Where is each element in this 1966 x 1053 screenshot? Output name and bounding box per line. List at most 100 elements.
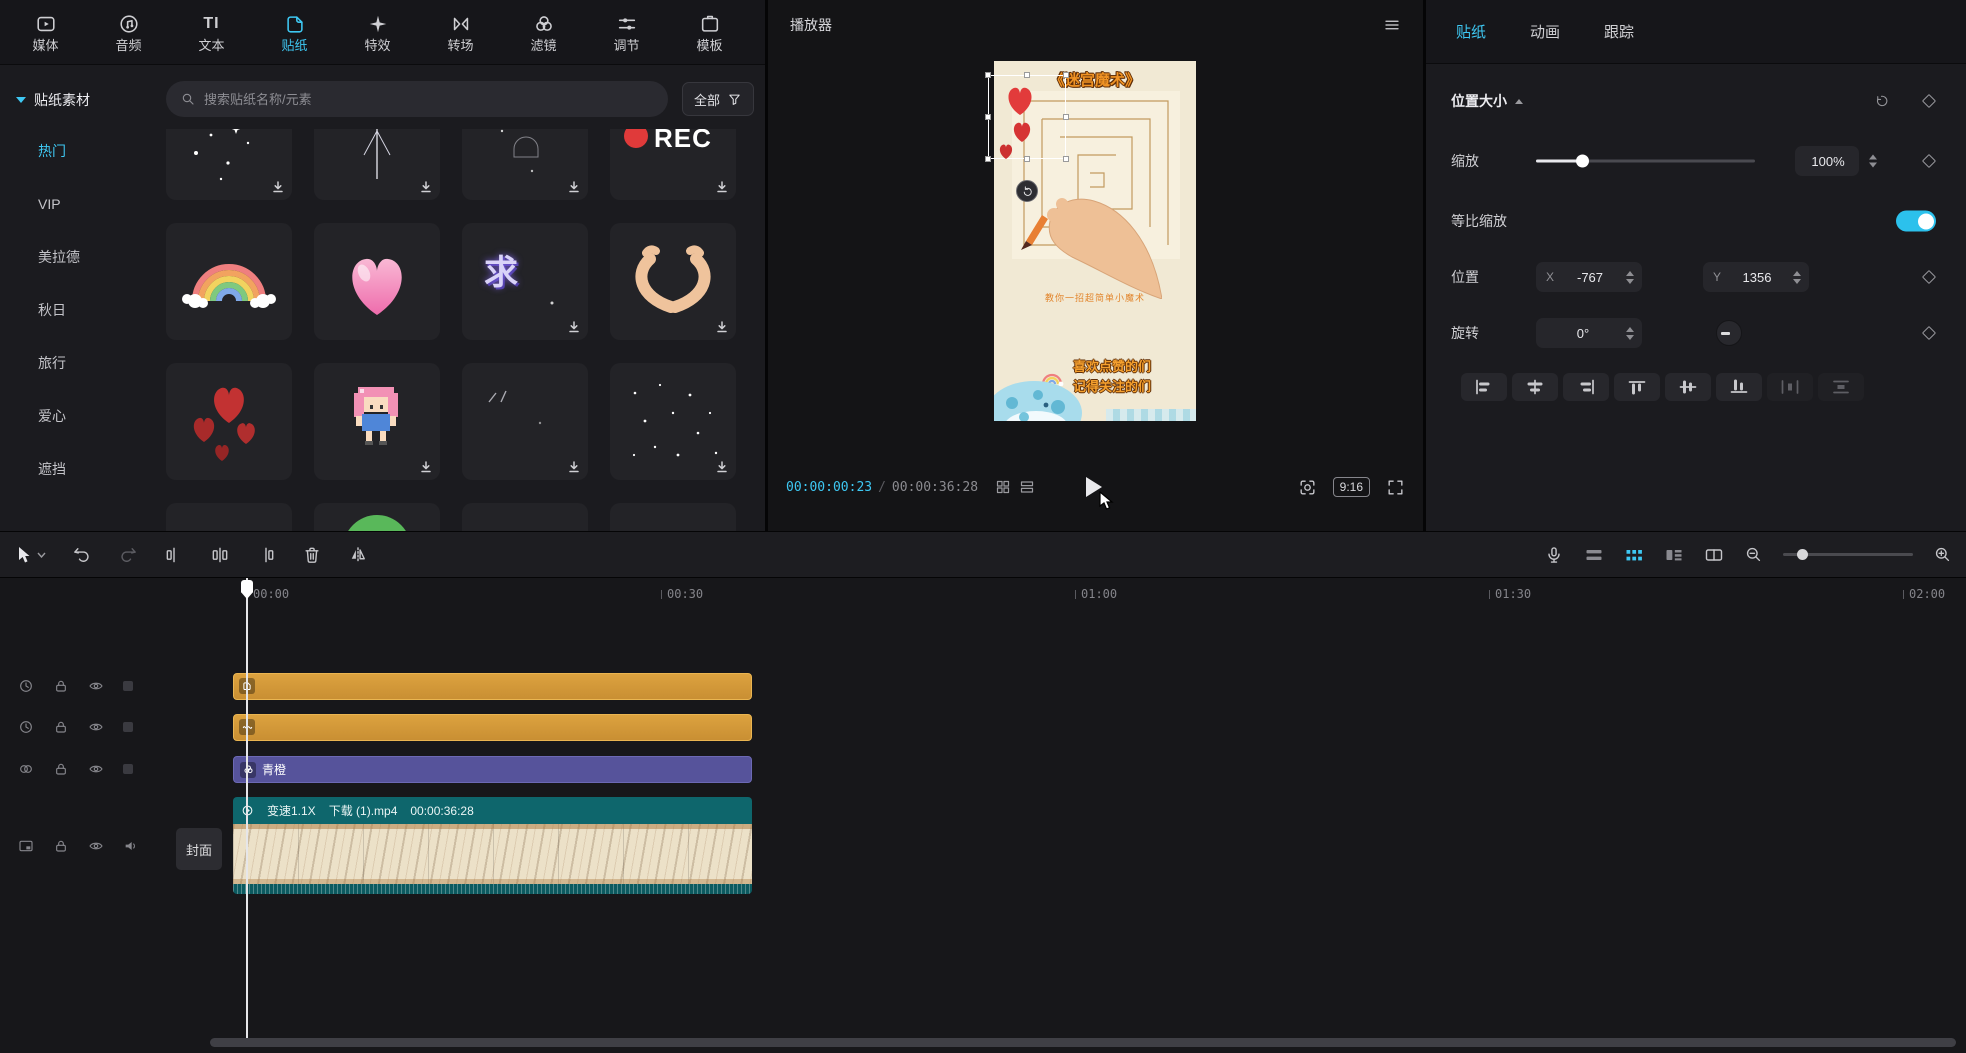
keyframe-diamond-icon[interactable] xyxy=(1922,154,1936,168)
resize-handle-ne[interactable] xyxy=(1063,72,1069,78)
rotation-stepper[interactable] xyxy=(1626,327,1634,340)
split-left-icon[interactable] xyxy=(164,545,184,565)
scale-slider[interactable] xyxy=(1536,160,1755,163)
lock-icon[interactable] xyxy=(53,761,69,777)
topbar-item-audio[interactable]: 音频 xyxy=(87,0,170,64)
sticker-tile-pink-heart[interactable] xyxy=(314,223,440,340)
sidebar-item-love[interactable]: 爱心 xyxy=(0,390,146,443)
topbar-item-transitions[interactable]: 转场 xyxy=(419,0,502,64)
sidebar-item-cover[interactable]: 遮挡 xyxy=(0,443,146,496)
tab-tracking[interactable]: 跟踪 xyxy=(1604,21,1634,42)
player-menu-icon[interactable] xyxy=(1383,16,1401,34)
align-center-vertical-button[interactable] xyxy=(1665,373,1711,401)
lock-icon[interactable] xyxy=(53,678,69,694)
filter-all-button[interactable]: 全部 xyxy=(682,82,754,116)
speaker-icon[interactable] xyxy=(123,838,139,854)
sidebar-item-hot[interactable]: 热门 xyxy=(0,125,146,178)
timeline-ruler[interactable]: 00:00 00:30 01:00 01:30 02:00 xyxy=(0,578,1966,612)
select-tool-button[interactable] xyxy=(16,546,46,564)
sticker-tile-hearts-cluster[interactable] xyxy=(166,363,292,480)
resize-handle-e[interactable] xyxy=(1063,114,1069,120)
track-color-chip[interactable] xyxy=(123,764,133,774)
keyframe-diamond-icon[interactable] xyxy=(1922,326,1936,340)
split-right-icon[interactable] xyxy=(256,545,276,565)
video-clip[interactable]: 变速1.1X 下载 (1).mp4 00:00:36:28 xyxy=(233,797,752,894)
eye-icon[interactable] xyxy=(88,761,104,777)
aspect-ratio-button[interactable]: 9:16 xyxy=(1333,477,1370,497)
lock-icon[interactable] xyxy=(53,719,69,735)
topbar-item-templates[interactable]: 模板 xyxy=(668,0,751,64)
distribute-vertical-button[interactable] xyxy=(1818,373,1864,401)
mirror-icon[interactable] xyxy=(348,545,368,565)
preview-quality-icon[interactable] xyxy=(1298,478,1317,497)
sticker-tile-firework-streak[interactable] xyxy=(314,129,440,200)
topbar-item-adjust[interactable]: 调节 xyxy=(585,0,668,64)
x-stepper[interactable] xyxy=(1626,271,1634,284)
eye-icon[interactable] xyxy=(88,838,104,854)
delete-icon[interactable] xyxy=(302,545,322,565)
resize-handle-sw[interactable] xyxy=(985,156,991,162)
eye-icon[interactable] xyxy=(88,678,104,694)
track-height-large-icon[interactable] xyxy=(1664,546,1684,564)
topbar-item-text[interactable]: TI 文本 xyxy=(170,0,253,64)
reset-icon[interactable] xyxy=(1874,94,1889,109)
resize-handle-nw[interactable] xyxy=(985,72,991,78)
scale-stepper[interactable] xyxy=(1869,155,1877,168)
sticker-tile-snow-dots[interactable] xyxy=(610,363,736,480)
sticker-tile-sparkle-dust[interactable] xyxy=(166,129,292,200)
track-height-medium-icon[interactable] xyxy=(1624,546,1644,564)
collapse-icon[interactable] xyxy=(1515,99,1523,104)
distribute-horizontal-button[interactable] xyxy=(1767,373,1813,401)
topbar-item-sticker[interactable]: 贴纸 xyxy=(253,0,336,64)
freeze-icon[interactable] xyxy=(18,678,34,694)
track-height-small-icon[interactable] xyxy=(1584,546,1604,564)
grid-view-icon[interactable] xyxy=(996,480,1010,494)
sticker-clip-1[interactable] xyxy=(233,673,752,700)
download-icon[interactable] xyxy=(715,320,729,334)
sidebar-item-autumn[interactable]: 秋日 xyxy=(0,284,146,337)
sticker-search-box[interactable] xyxy=(166,81,668,117)
keyframe-diamond-icon[interactable] xyxy=(1922,94,1936,108)
fullscreen-icon[interactable] xyxy=(1386,478,1405,497)
lock-icon[interactable] xyxy=(53,838,69,854)
pip-icon[interactable] xyxy=(18,838,34,854)
sticker-tile-sparkle-bell[interactable] xyxy=(462,129,588,200)
topbar-item-effects[interactable]: 特效 xyxy=(336,0,419,64)
playhead-line[interactable] xyxy=(246,578,248,1038)
preview-axis-icon[interactable] xyxy=(1704,545,1724,565)
sticker-tile-pixel-girl[interactable] xyxy=(314,363,440,480)
topbar-item-media[interactable]: 媒体 xyxy=(4,0,87,64)
download-icon[interactable] xyxy=(567,460,581,474)
rotation-dial[interactable] xyxy=(1716,320,1742,346)
download-icon[interactable] xyxy=(419,180,433,194)
align-bottom-button[interactable] xyxy=(1716,373,1762,401)
sticker-tile-partial[interactable] xyxy=(166,503,292,531)
sticker-tile-rainbow[interactable] xyxy=(166,223,292,340)
eye-icon[interactable] xyxy=(88,719,104,735)
download-icon[interactable] xyxy=(271,180,285,194)
sticker-tile-partial[interactable] xyxy=(610,503,736,531)
blend-icon[interactable] xyxy=(18,761,34,777)
rotate-handle[interactable] xyxy=(1016,180,1038,202)
download-icon[interactable] xyxy=(567,320,581,334)
sidebar-item-travel[interactable]: 旅行 xyxy=(0,337,146,390)
split-icon[interactable] xyxy=(210,545,230,565)
y-stepper[interactable] xyxy=(1793,271,1801,284)
resize-handle-w[interactable] xyxy=(985,114,991,120)
sticker-tile-quote-marks[interactable] xyxy=(462,363,588,480)
scale-value-box[interactable]: 100% xyxy=(1795,146,1859,176)
position-y-field[interactable]: Y 1356 xyxy=(1703,262,1809,292)
sticker-tile-heart-hands[interactable] xyxy=(610,223,736,340)
align-left-button[interactable] xyxy=(1461,373,1507,401)
sidebar-item-vip[interactable]: VIP xyxy=(0,178,146,231)
align-top-button[interactable] xyxy=(1614,373,1660,401)
zoom-in-icon[interactable] xyxy=(1933,545,1952,564)
tab-sticker[interactable]: 贴纸 xyxy=(1456,21,1486,42)
sticker-tile-partial[interactable] xyxy=(462,503,588,531)
tab-animation[interactable]: 动画 xyxy=(1530,21,1560,42)
resize-handle-se[interactable] xyxy=(1063,156,1069,162)
rotation-field[interactable]: 0° xyxy=(1536,318,1642,348)
hearts-sticker[interactable] xyxy=(992,78,1062,178)
timeline-zoom-knob[interactable] xyxy=(1797,549,1808,560)
align-right-button[interactable] xyxy=(1563,373,1609,401)
